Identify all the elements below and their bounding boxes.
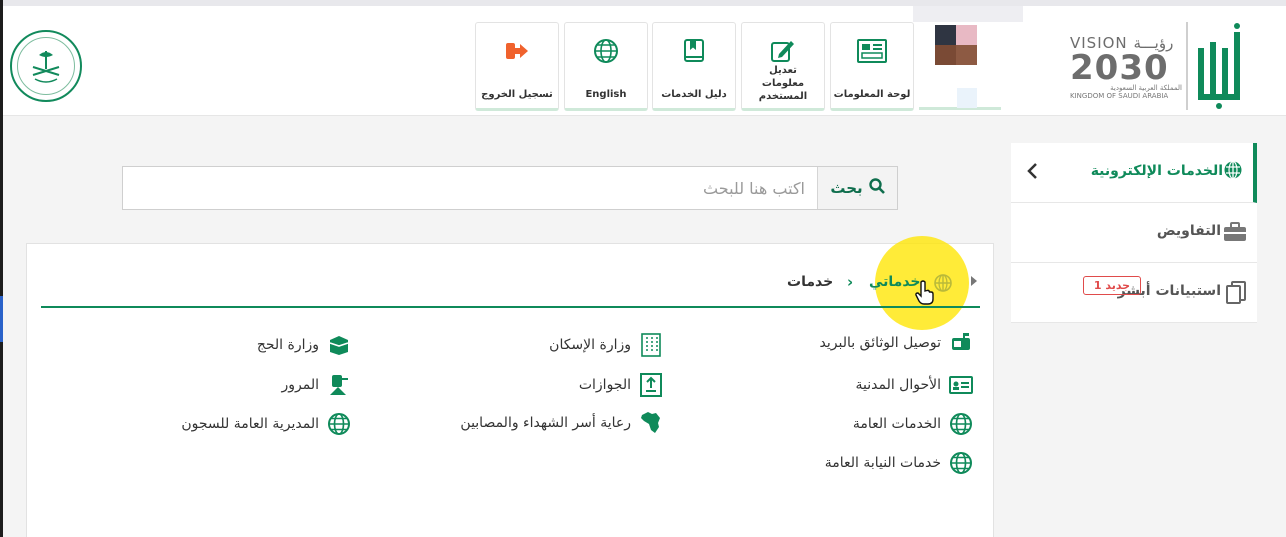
service-prisons-directorate[interactable]: المديرية العامة للسجون [181,411,351,437]
english-label: English [585,89,627,100]
globe-icon [933,273,953,297]
sidebar-head-label: الخدمات الإلكترونية [1090,163,1223,179]
search-button[interactable]: بحث [817,167,897,209]
search-icon [868,178,885,198]
passport-icon [639,373,663,397]
breadcrumb-underline [41,306,980,308]
user-avatar[interactable] [935,25,977,65]
globe-icon [949,412,973,436]
services-panel: خدماتي › خدمات توصيل الوثائق بالبريد الأ… [26,236,995,537]
logout-label: تسجيل الخروج [481,89,553,100]
logout-icon [504,36,530,66]
clipboard-icon [1225,280,1247,308]
map-icon [639,411,663,435]
service-passports[interactable]: الجوازات [579,372,663,398]
mailbox-icon [949,331,973,355]
search-input[interactable] [145,167,805,209]
edit-user-info-label: تعديل معلومات المستخدم [758,65,808,102]
vision-2030-logo: VISION رؤيـــة 2030 المملكة العربية السع… [1070,34,1182,100]
service-document-delivery[interactable]: توصيل الوثائق بالبريد [820,330,974,356]
dashboard-label: لوحة المعلومات [833,89,911,100]
service-public-prosecution[interactable]: خدمات النيابة العامة [825,450,973,476]
top-header: تسجيل الخروج English دليل الخدمات تعديل … [0,0,1286,116]
edit-user-info-button[interactable]: تعديل معلومات المستخدم [741,22,825,111]
services-guide-label: دليل الخدمات [661,89,727,100]
sidebar: الخدمات الإلكترونية التفاويض استبيانات أ… [1011,143,1257,323]
sidebar-bottom [1011,323,1257,537]
id-card-icon [949,373,973,397]
window-edge [0,0,3,537]
services-guide-button[interactable]: دليل الخدمات [652,22,736,111]
service-traffic[interactable]: المرور [282,372,352,398]
english-button[interactable]: English [564,22,648,111]
service-hajj-ministry[interactable]: وزارة الحج [257,332,351,358]
breadcrumb-my-services[interactable]: خدماتي [869,274,921,290]
book-icon [682,36,706,66]
ministry-emblem-logo [10,30,82,102]
search-button-label: بحث [830,179,863,197]
sidebar-item-absher-surveys[interactable]: استبيانات أبشر جديد 1 [1011,263,1257,323]
caret-right-icon [971,276,977,286]
sidebar-item-delegations[interactable]: التفاويض [1011,203,1257,263]
chevron-right-icon: › [847,273,854,291]
service-housing-ministry[interactable]: وزارة الإسكان [549,332,663,358]
edit-icon [769,36,797,66]
new-badge: جديد 1 [1083,276,1141,295]
globe-icon [593,36,619,66]
sidebar-item-electronic-services[interactable]: الخدمات الإلكترونية [1011,143,1257,203]
profile-tile[interactable] [919,88,1001,110]
logout-button[interactable]: تسجيل الخروج [475,22,559,111]
globe-icon [1223,160,1243,184]
globe-icon [949,451,973,475]
profile-bar [913,6,1023,22]
sidebar-item-label: التفاويض [1156,223,1221,239]
briefcase-icon [1223,222,1247,246]
service-martyrs-families[interactable]: رعاية أسر الشهداء والمصابين [460,410,663,436]
chevron-left-icon[interactable] [1025,161,1039,185]
service-public-services[interactable]: الخدمات العامة [853,411,973,437]
breadcrumb-services[interactable]: خدمات [787,274,833,290]
dashboard-button[interactable]: لوحة المعلومات [830,22,914,111]
breadcrumb: خدماتي › خدمات [27,236,995,330]
traffic-icon [327,373,351,397]
absher-logo [1186,22,1240,110]
service-civil-affairs[interactable]: الأحوال المدنية [856,372,973,398]
window-edge-accent [0,296,3,342]
search-bar: بحث [122,166,898,210]
dashboard-icon [857,36,887,66]
building-icon [639,333,663,357]
kaaba-icon [327,333,351,357]
globe-icon [327,412,351,436]
